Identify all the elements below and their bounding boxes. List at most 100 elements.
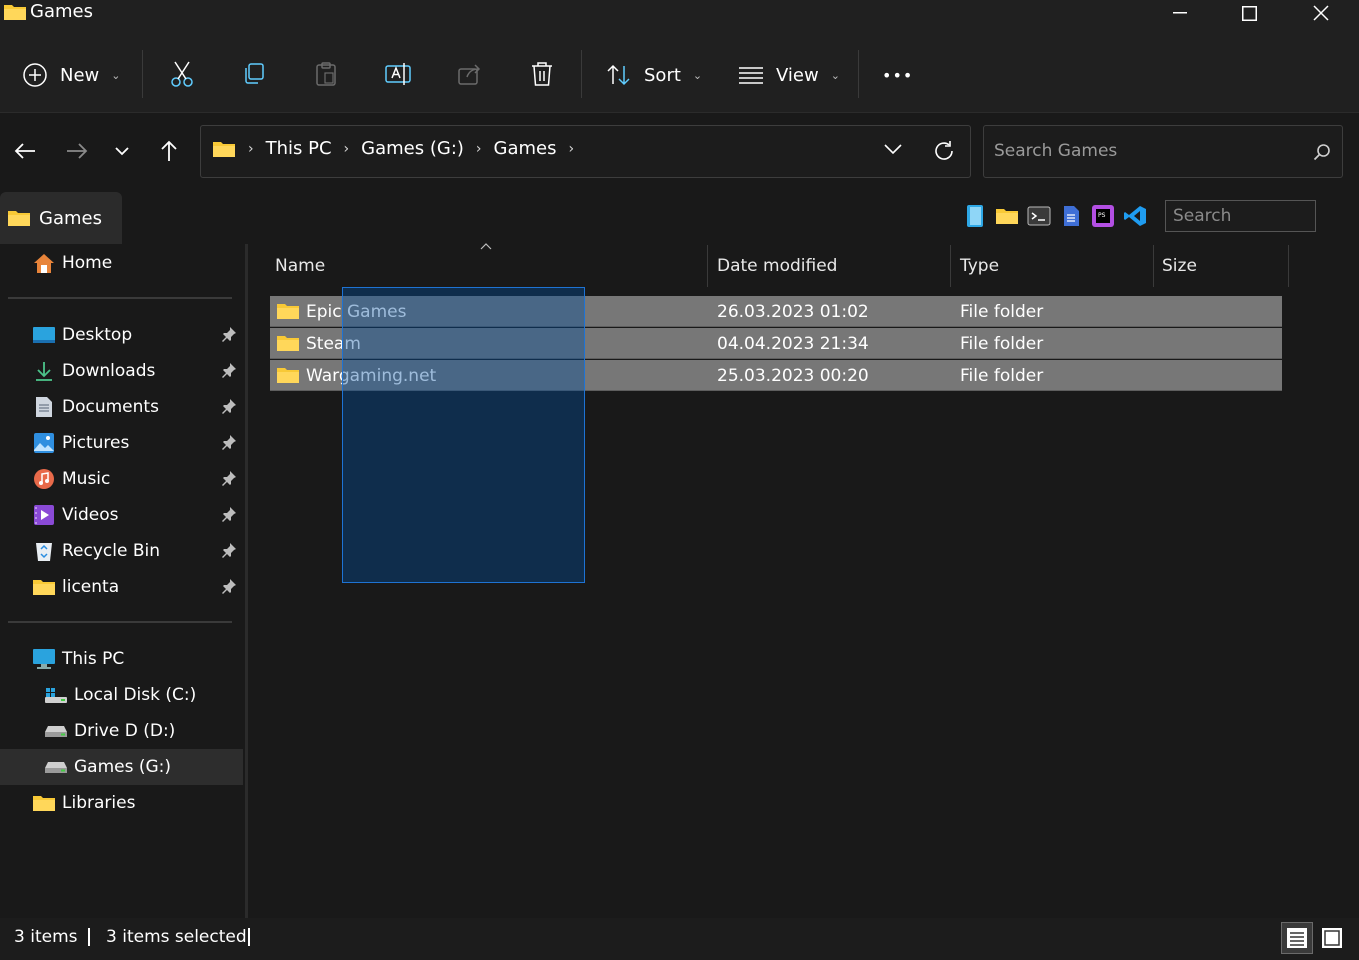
address-history-button[interactable] [884, 144, 902, 155]
chevron-down-icon: ⌄ [692, 68, 703, 82]
pictures-icon [32, 431, 56, 455]
large-icons-view-button[interactable] [1316, 922, 1348, 954]
svg-text:PS: PS [1098, 212, 1106, 219]
search-input[interactable]: Search Games [994, 141, 1117, 161]
pin-icon[interactable] [221, 362, 237, 378]
computer-icon [32, 647, 56, 671]
vscode-app-icon[interactable] [1122, 203, 1148, 229]
notepad-app-icon[interactable] [962, 203, 988, 229]
sidebar-item-drive-d[interactable]: Drive D (D:) [0, 713, 243, 749]
sidebar-item-label: Pictures [62, 433, 130, 453]
pin-icon[interactable] [221, 578, 237, 594]
sidebar-item-music[interactable]: Music [0, 461, 243, 497]
close-button[interactable] [1286, 0, 1356, 26]
pin-icon[interactable] [221, 398, 237, 414]
pin-icon[interactable] [221, 470, 237, 486]
pin-icon[interactable] [221, 542, 237, 558]
rename-button[interactable] [382, 58, 414, 90]
status-divider [248, 928, 250, 946]
sidebar-item-label: Home [62, 253, 113, 273]
sidebar-item-label: Videos [62, 505, 119, 525]
sidebar-item-recycle-bin[interactable]: Recycle Bin [0, 533, 243, 569]
sidebar-item-downloads[interactable]: Downloads [0, 353, 243, 389]
clipboard-icon [314, 61, 338, 87]
folder-icon [3, 2, 27, 22]
copy-button[interactable] [238, 58, 270, 90]
minimize-button[interactable] [1145, 0, 1215, 26]
cut-button[interactable] [166, 58, 198, 90]
drive-icon [44, 755, 68, 779]
sidebar-item-videos[interactable]: Videos [0, 497, 243, 533]
divider [581, 50, 582, 98]
column-header-type[interactable]: Type [960, 256, 999, 276]
sidebar-item-libraries[interactable]: Libraries [0, 785, 243, 821]
file-type: File folder [960, 334, 1044, 354]
sidebar-item-licenta[interactable]: licenta [0, 569, 243, 605]
paste-button[interactable] [310, 58, 342, 90]
folder-app-icon[interactable] [994, 203, 1020, 229]
search-icon [1313, 143, 1331, 161]
sidebar-item-documents[interactable]: Documents [0, 389, 243, 425]
status-divider [88, 928, 90, 946]
sidebar-item-label: Drive D (D:) [74, 721, 176, 741]
share-button[interactable] [454, 58, 486, 90]
sidebar-item-pictures[interactable]: Pictures [0, 425, 243, 461]
plus-circle-icon [22, 62, 48, 88]
column-header-date-modified[interactable]: Date modified [717, 256, 837, 276]
column-header-size[interactable]: Size [1162, 256, 1197, 276]
file-type: File folder [960, 302, 1044, 322]
terminal-app-icon[interactable] [1026, 203, 1052, 229]
column-divider[interactable] [950, 245, 951, 287]
breadcrumb-separator[interactable]: › [568, 141, 574, 157]
forward-button[interactable] [62, 136, 92, 166]
divider [858, 50, 859, 98]
breadcrumb-this-pc[interactable]: This PC [266, 138, 332, 159]
sort-button[interactable]: Sort ⌄ [606, 55, 702, 95]
chevron-down-icon [884, 144, 902, 155]
more-options-button[interactable]: ••• [882, 55, 913, 95]
view-label: View [776, 64, 819, 86]
back-button[interactable] [10, 136, 40, 166]
status-item-count: 3 items [14, 927, 78, 947]
breadcrumb-separator[interactable]: › [476, 141, 482, 157]
breadcrumb-separator[interactable]: › [344, 141, 350, 157]
new-label: New [60, 64, 100, 86]
maximize-button[interactable] [1214, 0, 1284, 26]
chevron-down-icon [114, 146, 130, 156]
details-view-button[interactable] [1281, 922, 1313, 954]
divider [8, 297, 232, 299]
column-divider[interactable] [1153, 245, 1154, 287]
videos-icon [32, 503, 56, 527]
sidebar-item-desktop[interactable]: Desktop [0, 317, 243, 353]
sidebar-item-local-disk-c[interactable]: Local Disk (C:) [0, 677, 243, 713]
pin-icon[interactable] [221, 326, 237, 342]
sidebar-item-this-pc[interactable]: This PC [0, 641, 243, 677]
refresh-button[interactable] [933, 140, 955, 162]
breadcrumb: › This PC › Games (G:) › Games › [212, 138, 574, 159]
pane-splitter[interactable] [245, 244, 248, 918]
tab-search-input[interactable]: Search [1173, 206, 1231, 226]
new-button[interactable]: New ⌄ [22, 55, 120, 95]
pin-icon[interactable] [221, 506, 237, 522]
view-button[interactable]: View ⌄ [738, 55, 840, 95]
document-app-icon[interactable] [1058, 203, 1084, 229]
column-header-name[interactable]: Name [275, 256, 325, 276]
recent-locations-button[interactable] [107, 136, 137, 166]
column-divider[interactable] [1288, 245, 1289, 287]
arrow-up-icon [160, 140, 178, 162]
chevron-down-icon: ⌄ [111, 68, 121, 82]
delete-button[interactable] [526, 58, 558, 90]
pin-icon[interactable] [221, 434, 237, 450]
phpstorm-app-icon[interactable]: PS [1090, 203, 1116, 229]
breadcrumb-games[interactable]: Games [494, 138, 557, 159]
arrow-left-icon [14, 142, 36, 160]
sidebar-item-label: Local Disk (C:) [74, 685, 197, 705]
sidebar-item-home[interactable]: Home [0, 245, 243, 281]
scissors-icon [169, 60, 195, 88]
sidebar-item-label: Downloads [62, 361, 156, 381]
sidebar-item-games-drive[interactable]: Games (G:) [0, 749, 243, 785]
up-button[interactable] [154, 136, 184, 166]
column-divider[interactable] [707, 245, 708, 287]
view-list-icon [738, 66, 764, 84]
breadcrumb-games-drive[interactable]: Games (G:) [361, 138, 464, 159]
